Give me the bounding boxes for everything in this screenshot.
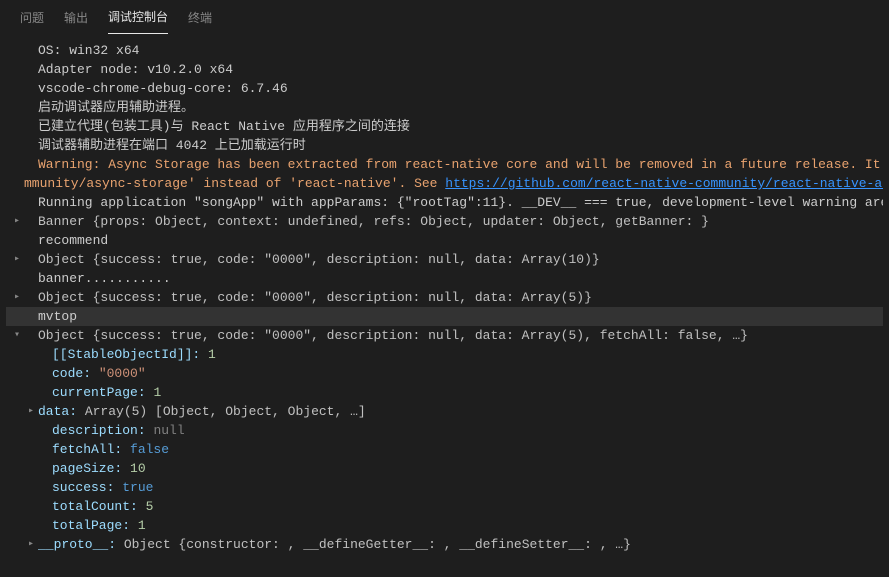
log-line[interactable]: vscode-chrome-debug-core: 6.7.46: [6, 79, 883, 98]
log-line[interactable]: Adapter node: v10.2.0 x64: [6, 60, 883, 79]
tab-output[interactable]: 输出: [64, 1, 88, 34]
log-warning[interactable]: Warning: Async Storage has been extracte…: [6, 155, 883, 174]
object-property[interactable]: code: "0000": [6, 364, 883, 383]
log-line[interactable]: 调试器辅助进程在端口 4042 上已加载运行时: [6, 136, 883, 155]
log-line[interactable]: banner...........: [6, 269, 883, 288]
object-property[interactable]: data: Array(5) [Object, Object, Object, …: [6, 402, 883, 421]
object-property[interactable]: __proto__: Object {constructor: , __defi…: [6, 535, 883, 554]
expand-arrow-icon[interactable]: [10, 212, 24, 231]
tab-debug-console[interactable]: 调试控制台: [108, 0, 168, 34]
log-line[interactable]: Running application "songApp" with appPa…: [6, 193, 883, 212]
log-object-collapsed[interactable]: Object {success: true, code: "0000", des…: [6, 288, 883, 307]
expand-arrow-icon[interactable]: [10, 288, 24, 307]
log-object-collapsed[interactable]: Object {success: true, code: "0000", des…: [6, 250, 883, 269]
object-property[interactable]: success: true: [6, 478, 883, 497]
object-property[interactable]: totalCount: 5: [6, 497, 883, 516]
object-property[interactable]: pageSize: 10: [6, 459, 883, 478]
expand-arrow-icon[interactable]: [10, 250, 24, 269]
object-property[interactable]: [[StableObjectId]]: 1: [6, 345, 883, 364]
log-object-expanded[interactable]: Object {success: true, code: "0000", des…: [6, 326, 883, 345]
debug-console-output[interactable]: OS: win32 x64 Adapter node: v10.2.0 x64 …: [0, 35, 889, 560]
object-property[interactable]: totalPage: 1: [6, 516, 883, 535]
log-warning[interactable]: mmunity/async-storage' instead of 'react…: [6, 174, 883, 193]
tab-problems[interactable]: 问题: [20, 1, 44, 34]
log-line[interactable]: 已建立代理(包装工具)与 React Native 应用程序之间的连接: [6, 117, 883, 136]
collapse-arrow-icon[interactable]: [10, 326, 24, 345]
object-property[interactable]: fetchAll: false: [6, 440, 883, 459]
log-line[interactable]: recommend: [6, 231, 883, 250]
expand-arrow-icon[interactable]: [24, 535, 38, 554]
tab-terminal[interactable]: 终端: [188, 1, 212, 34]
log-line[interactable]: OS: win32 x64: [6, 41, 883, 60]
object-property[interactable]: description: null: [6, 421, 883, 440]
panel-tabs: 问题 输出 调试控制台 终端: [0, 0, 889, 35]
object-property[interactable]: currentPage: 1: [6, 383, 883, 402]
expand-arrow-icon[interactable]: [24, 402, 38, 421]
log-line[interactable]: 启动调试器应用辅助进程。: [6, 98, 883, 117]
log-object-collapsed[interactable]: Banner {props: Object, context: undefine…: [6, 212, 883, 231]
warning-link[interactable]: https://github.com/react-native-communit…: [445, 176, 883, 191]
log-line-highlighted[interactable]: mvtop: [6, 307, 883, 326]
